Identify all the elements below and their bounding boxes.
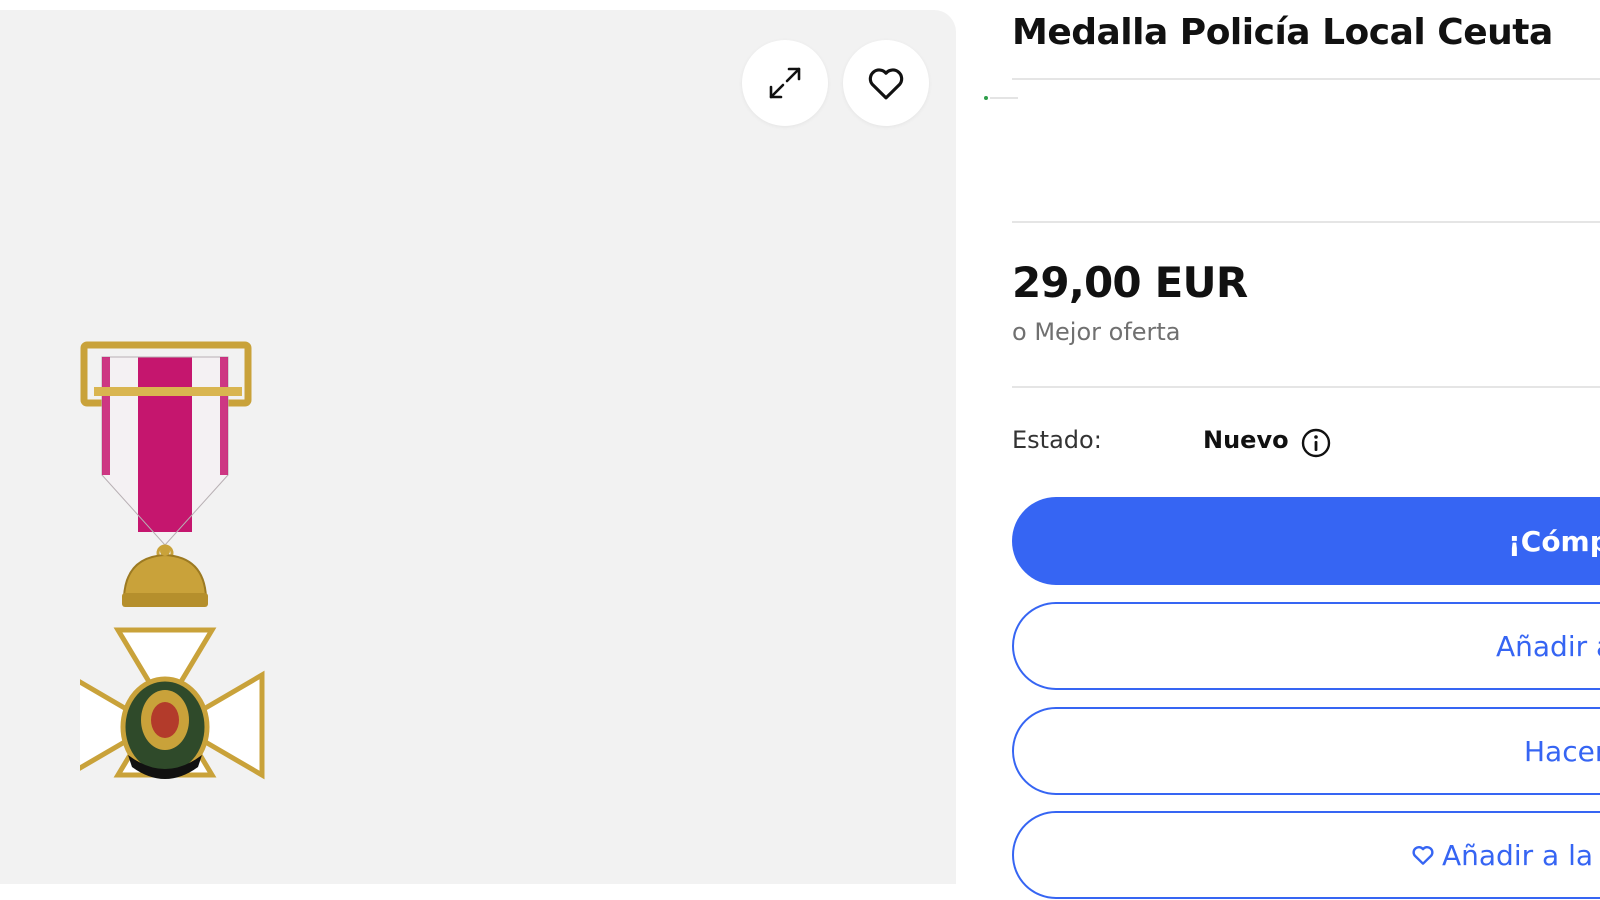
divider: [1012, 78, 1600, 80]
info-icon[interactable]: [1300, 427, 1332, 459]
condition-label: Estado:: [1012, 426, 1102, 454]
expand-image-button[interactable]: [742, 40, 828, 126]
listing-details: Medalla Policía Local Ceuta 29,00 EUR o …: [984, 0, 1600, 900]
make-offer-button[interactable]: Hacer una oferta: [1012, 707, 1600, 795]
condition-value: Nuevo: [1203, 426, 1289, 454]
listing-title: Medalla Policía Local Ceuta: [1012, 12, 1553, 53]
favorite-button[interactable]: [843, 40, 929, 126]
image-gallery[interactable]: [0, 10, 956, 884]
medal-image[interactable]: [80, 335, 300, 835]
divider: [1012, 386, 1600, 388]
heart-icon: [1412, 846, 1434, 865]
add-to-cart-button[interactable]: Añadir a la cesta: [1012, 602, 1600, 690]
add-to-cart-label: Añadir a la cesta: [1496, 629, 1600, 663]
listing-page: Medalla Policía Local Ceuta 29,00 EUR o …: [0, 0, 1600, 900]
divider: [1012, 221, 1600, 223]
buy-now-label: ¡Cómpralo ya!: [1508, 524, 1600, 558]
buy-now-button[interactable]: ¡Cómpralo ya!: [1012, 497, 1600, 585]
add-to-watchlist-label: Añadir a la lista de seguimiento: [1442, 838, 1600, 872]
watchlist-label-group: Añadir a la lista de seguimiento: [1410, 839, 1600, 872]
make-offer-label: Hacer una oferta: [1524, 734, 1600, 768]
expand-icon: [769, 67, 801, 99]
price: 29,00 EUR: [1012, 258, 1248, 307]
add-to-watchlist-button[interactable]: Añadir a la lista de seguimiento: [1012, 811, 1600, 899]
heart-icon: [868, 68, 904, 100]
seller-rating-graphic: [984, 96, 1018, 100]
best-offer-note: o Mejor oferta: [1012, 318, 1181, 346]
